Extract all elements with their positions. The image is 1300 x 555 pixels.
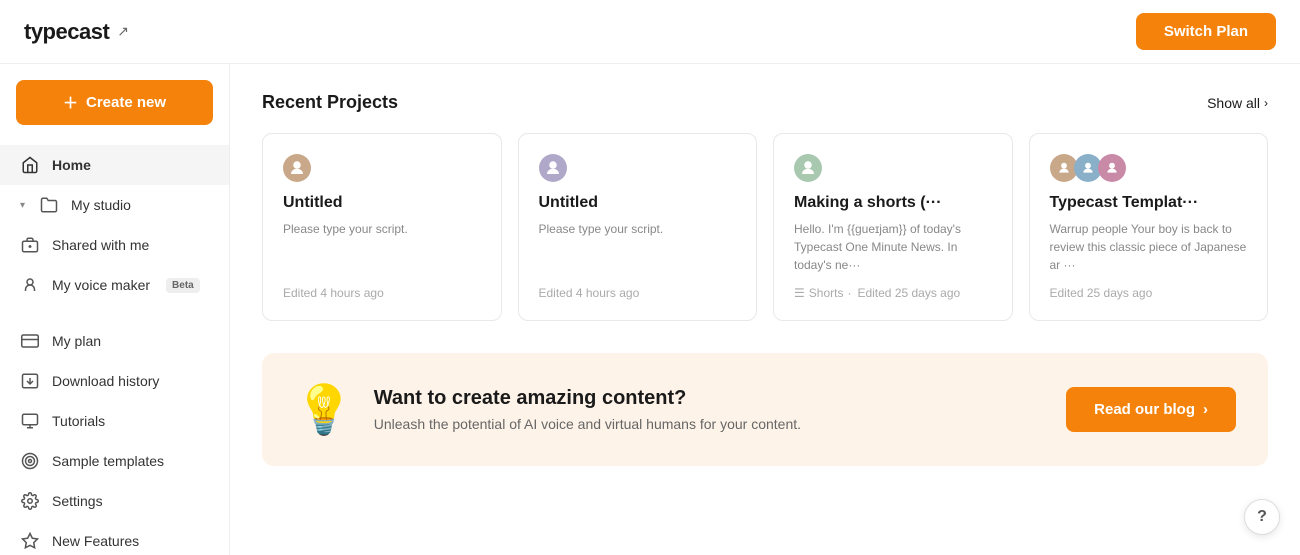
- card-edited-3: Edited 25 days ago: [857, 286, 960, 300]
- chevron-icon: ▾: [20, 200, 25, 211]
- sidebar-item-my-plan-label: My plan: [52, 333, 101, 349]
- sidebar-item-tutorials-label: Tutorials: [52, 413, 105, 429]
- credit-card-icon: [20, 331, 40, 351]
- blog-text-area: Want to create amazing content? Unleash …: [374, 387, 801, 432]
- card-title-4: Typecast Templat···: [1050, 194, 1248, 212]
- card-script-3: Hello. I'm {{gueɪjam}} of today's Typeca…: [794, 220, 992, 274]
- recent-projects-header: Recent Projects Show all ›: [262, 92, 1268, 113]
- card-top-3: Making a shorts (··· Hello. I'm {{gueɪja…: [794, 154, 992, 286]
- shorts-icon: ☰: [794, 286, 805, 300]
- card-avatars-2: [539, 154, 737, 182]
- card-top-2: Untitled Please type your script.: [539, 154, 737, 286]
- card-type-label-3: Shorts: [809, 286, 844, 300]
- avatar-2: [539, 154, 567, 182]
- folder-icon: [39, 195, 59, 215]
- sidebar-item-my-voice-maker[interactable]: My voice maker Beta: [0, 265, 229, 305]
- gear-icon: [20, 491, 40, 511]
- sidebar-item-new-features-label: New Features: [52, 533, 139, 549]
- card-script-1: Please type your script.: [283, 220, 481, 238]
- lightbulb-emoji: 💡: [294, 384, 354, 437]
- recent-projects-title: Recent Projects: [262, 92, 398, 113]
- external-link-icon: ↗: [117, 23, 129, 40]
- card-script-4: Warrup people Your boy is back to review…: [1050, 220, 1248, 274]
- sidebar-item-download-history[interactable]: Download history: [0, 361, 229, 401]
- card-type-badge-3: ☰ Shorts ·: [794, 286, 851, 300]
- beta-badge: Beta: [166, 278, 200, 293]
- card-edited-1: Edited 4 hours ago: [283, 286, 384, 300]
- blog-title: Want to create amazing content?: [374, 387, 801, 410]
- chevron-right-icon: ›: [1264, 96, 1268, 110]
- project-card-1[interactable]: Untitled Please type your script. Edited…: [262, 133, 502, 321]
- card-avatars-3: [794, 154, 992, 182]
- sidebar-item-home-label: Home: [52, 157, 91, 173]
- sidebar-item-new-features[interactable]: New Features: [0, 521, 229, 555]
- create-new-button[interactable]: ＋ Create new: [16, 80, 213, 125]
- blog-emoji: 💡: [294, 381, 354, 438]
- target-icon: [20, 451, 40, 471]
- card-footer-4: Edited 25 days ago: [1050, 286, 1248, 300]
- sidebar-item-sample-templates[interactable]: Sample templates: [0, 441, 229, 481]
- sidebar-item-settings[interactable]: Settings: [0, 481, 229, 521]
- sidebar-item-home[interactable]: Home: [0, 145, 229, 185]
- star-icon: [20, 531, 40, 551]
- help-button[interactable]: ?: [1244, 499, 1280, 535]
- avatar-1: [283, 154, 311, 182]
- sidebar-item-my-studio-label: My studio: [71, 197, 131, 213]
- logo-text: typecast: [24, 19, 109, 45]
- home-icon: [20, 155, 40, 175]
- avatar-3: [794, 154, 822, 182]
- card-separator: ·: [847, 286, 851, 300]
- logo-area: typecast ↗: [24, 19, 129, 45]
- chevron-right-blog-icon: ›: [1203, 401, 1208, 418]
- download-box-icon: [20, 371, 40, 391]
- card-avatars-4: [1050, 154, 1248, 182]
- sidebar-item-shared-label: Shared with me: [52, 237, 149, 253]
- sidebar-item-voice-maker-label: My voice maker: [52, 277, 150, 293]
- sidebar-item-my-plan[interactable]: My plan: [0, 321, 229, 361]
- monitor-icon: [20, 411, 40, 431]
- project-card-3[interactable]: Making a shorts (··· Hello. I'm {{gueɪja…: [773, 133, 1013, 321]
- card-footer-2: Edited 4 hours ago: [539, 286, 737, 300]
- sidebar: ＋ Create new Home ▾ My studio Shared wit…: [0, 64, 230, 555]
- sidebar-item-templates-label: Sample templates: [52, 453, 164, 469]
- card-footer-3: ☰ Shorts · Edited 25 days ago: [794, 286, 992, 300]
- card-title-2: Untitled: [539, 194, 737, 212]
- card-footer-1: Edited 4 hours ago: [283, 286, 481, 300]
- read-our-blog-button[interactable]: Read our blog ›: [1066, 387, 1236, 432]
- blog-banner-left: 💡 Want to create amazing content? Unleas…: [294, 381, 801, 438]
- sidebar-item-tutorials[interactable]: Tutorials: [0, 401, 229, 441]
- blog-subtitle: Unleash the potential of AI voice and vi…: [374, 416, 801, 432]
- read-blog-label: Read our blog: [1094, 401, 1195, 418]
- switch-plan-button[interactable]: Switch Plan: [1136, 13, 1276, 50]
- sidebar-item-shared-with-me[interactable]: Shared with me: [0, 225, 229, 265]
- card-top-1: Untitled Please type your script.: [283, 154, 481, 286]
- main-layout: ＋ Create new Home ▾ My studio Shared wit…: [0, 64, 1300, 555]
- sidebar-item-download-label: Download history: [52, 373, 159, 389]
- help-label: ?: [1257, 508, 1267, 526]
- card-avatars-1: [283, 154, 481, 182]
- app-header: typecast ↗ Switch Plan: [0, 0, 1300, 64]
- card-top-4: Typecast Templat··· Warrup people Your b…: [1050, 154, 1248, 286]
- blog-banner: 💡 Want to create amazing content? Unleas…: [262, 353, 1268, 466]
- create-new-label: Create new: [86, 94, 166, 111]
- person-share-icon: [20, 235, 40, 255]
- sidebar-item-my-studio[interactable]: ▾ My studio: [0, 185, 229, 225]
- show-all-button[interactable]: Show all ›: [1207, 95, 1268, 111]
- main-content: Recent Projects Show all › Untitled Plea…: [230, 64, 1300, 555]
- card-title-3: Making a shorts (···: [794, 194, 992, 212]
- card-edited-2: Edited 4 hours ago: [539, 286, 640, 300]
- card-title-1: Untitled: [283, 194, 481, 212]
- show-all-label: Show all: [1207, 95, 1260, 111]
- sidebar-item-settings-label: Settings: [52, 493, 103, 509]
- plus-icon: ＋: [63, 92, 78, 113]
- card-edited-4: Edited 25 days ago: [1050, 286, 1153, 300]
- card-script-2: Please type your script.: [539, 220, 737, 238]
- project-card-4[interactable]: Typecast Templat··· Warrup people Your b…: [1029, 133, 1269, 321]
- avatar-4c: [1098, 154, 1126, 182]
- projects-grid: Untitled Please type your script. Edited…: [262, 133, 1268, 321]
- project-card-2[interactable]: Untitled Please type your script. Edited…: [518, 133, 758, 321]
- person-mic-icon: [20, 275, 40, 295]
